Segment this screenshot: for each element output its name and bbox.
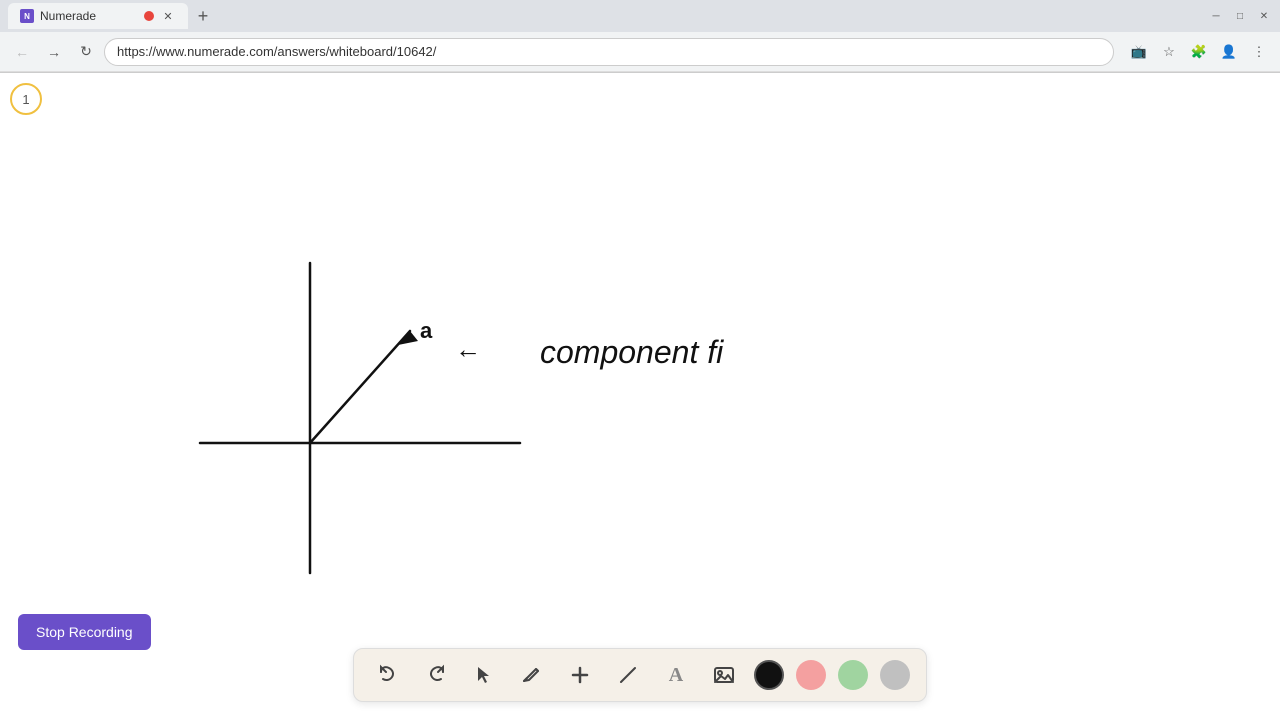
color-black[interactable] — [754, 660, 784, 690]
eraser-tool-button[interactable] — [610, 657, 646, 693]
browser-chrome: N Numerade ✕ + ─ □ ✕ ← → ↻ https://www.n… — [0, 0, 1280, 73]
cast-icon[interactable]: 📺 — [1126, 39, 1152, 65]
menu-icon[interactable]: ⋮ — [1246, 39, 1272, 65]
toolbar: A — [353, 648, 927, 702]
minimize-button[interactable]: ─ — [1208, 8, 1224, 24]
close-button[interactable]: ✕ — [1256, 8, 1272, 24]
stop-recording-button[interactable]: Stop Recording — [18, 614, 151, 650]
drawing-svg: a ← component fi — [0, 73, 1280, 720]
new-tab-button[interactable]: + — [190, 3, 216, 29]
tab-favicon: N — [20, 9, 34, 23]
bookmark-icon[interactable]: ☆ — [1156, 39, 1182, 65]
redo-button[interactable] — [418, 657, 454, 693]
tab-recording-dot — [144, 11, 154, 21]
svg-text:←: ← — [455, 334, 481, 364]
title-bar: N Numerade ✕ + ─ □ ✕ — [0, 0, 1280, 32]
url-text: https://www.numerade.com/answers/whitebo… — [117, 44, 1101, 59]
window-controls: ─ □ ✕ — [1208, 8, 1272, 24]
maximize-button[interactable]: □ — [1232, 8, 1248, 24]
select-tool-button[interactable] — [466, 657, 502, 693]
svg-text:a: a — [420, 318, 433, 343]
color-green[interactable] — [838, 660, 868, 690]
whiteboard: 1 a ← component fi Stop Recording — [0, 73, 1280, 720]
tab-close-button[interactable]: ✕ — [160, 8, 176, 24]
profile-icon[interactable]: 👤 — [1216, 39, 1242, 65]
color-gray[interactable] — [880, 660, 910, 690]
text-tool-button[interactable]: A — [658, 657, 694, 693]
image-tool-button[interactable] — [706, 657, 742, 693]
tab-area: N Numerade ✕ + — [8, 0, 216, 32]
svg-text:component fi: component fi — [540, 334, 724, 370]
extensions-icon[interactable]: 🧩 — [1186, 39, 1212, 65]
address-bar[interactable]: https://www.numerade.com/answers/whitebo… — [104, 38, 1114, 66]
refresh-button[interactable]: ↻ — [72, 38, 100, 66]
nav-icons: 📺 ☆ 🧩 👤 ⋮ — [1126, 39, 1272, 65]
nav-bar: ← → ↻ https://www.numerade.com/answers/w… — [0, 32, 1280, 72]
undo-button[interactable] — [370, 657, 406, 693]
tab-title: Numerade — [40, 9, 138, 23]
pencil-tool-button[interactable] — [514, 657, 550, 693]
add-tool-button[interactable] — [562, 657, 598, 693]
drawing-area: a ← component fi — [0, 73, 1280, 720]
browser-tab[interactable]: N Numerade ✕ — [8, 3, 188, 29]
back-button[interactable]: ← — [8, 38, 36, 66]
color-pink[interactable] — [796, 660, 826, 690]
forward-button[interactable]: → — [40, 38, 68, 66]
